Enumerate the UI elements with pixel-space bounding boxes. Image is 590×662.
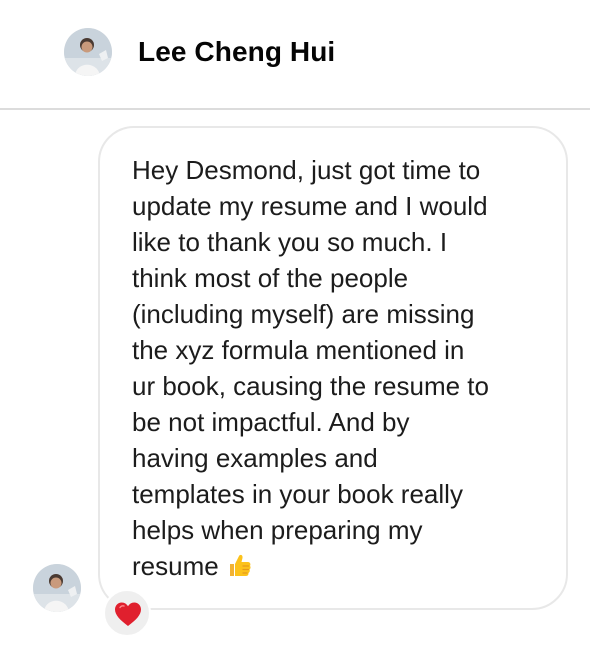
message-line: ur book, causing the resume to bbox=[132, 371, 489, 401]
message-text: Hey Desmond, just got time to update my … bbox=[132, 152, 544, 584]
message-line: having examples and bbox=[132, 443, 378, 473]
profile-photo-icon bbox=[64, 28, 112, 76]
contact-name[interactable]: Lee Cheng Hui bbox=[138, 32, 335, 72]
message-line: the xyz formula mentioned in bbox=[132, 335, 465, 365]
sender-avatar[interactable] bbox=[33, 564, 81, 612]
message-line: (including myself) are missing bbox=[132, 299, 475, 329]
message-line-last: resume bbox=[132, 548, 544, 584]
message-line: Hey Desmond, just got time to bbox=[132, 155, 481, 185]
reaction-badge[interactable] bbox=[103, 589, 151, 637]
profile-photo-icon bbox=[33, 564, 81, 612]
chat-header: Lee Cheng Hui bbox=[0, 0, 590, 110]
message-line: templates in your book really bbox=[132, 479, 463, 509]
message-line: think most of the people bbox=[132, 263, 409, 293]
message-line: be not impactful. And by bbox=[132, 407, 410, 437]
heart-icon bbox=[115, 602, 141, 626]
message-line: update my resume and I would bbox=[132, 191, 488, 221]
message-bubble[interactable]: Hey Desmond, just got time to update my … bbox=[98, 126, 568, 610]
thumbs-up-icon bbox=[229, 554, 251, 576]
message-line: helps when preparing my bbox=[132, 515, 423, 545]
contact-avatar[interactable] bbox=[64, 28, 112, 76]
message-line: like to thank you so much. I bbox=[132, 227, 448, 257]
message-line: resume bbox=[132, 551, 219, 581]
